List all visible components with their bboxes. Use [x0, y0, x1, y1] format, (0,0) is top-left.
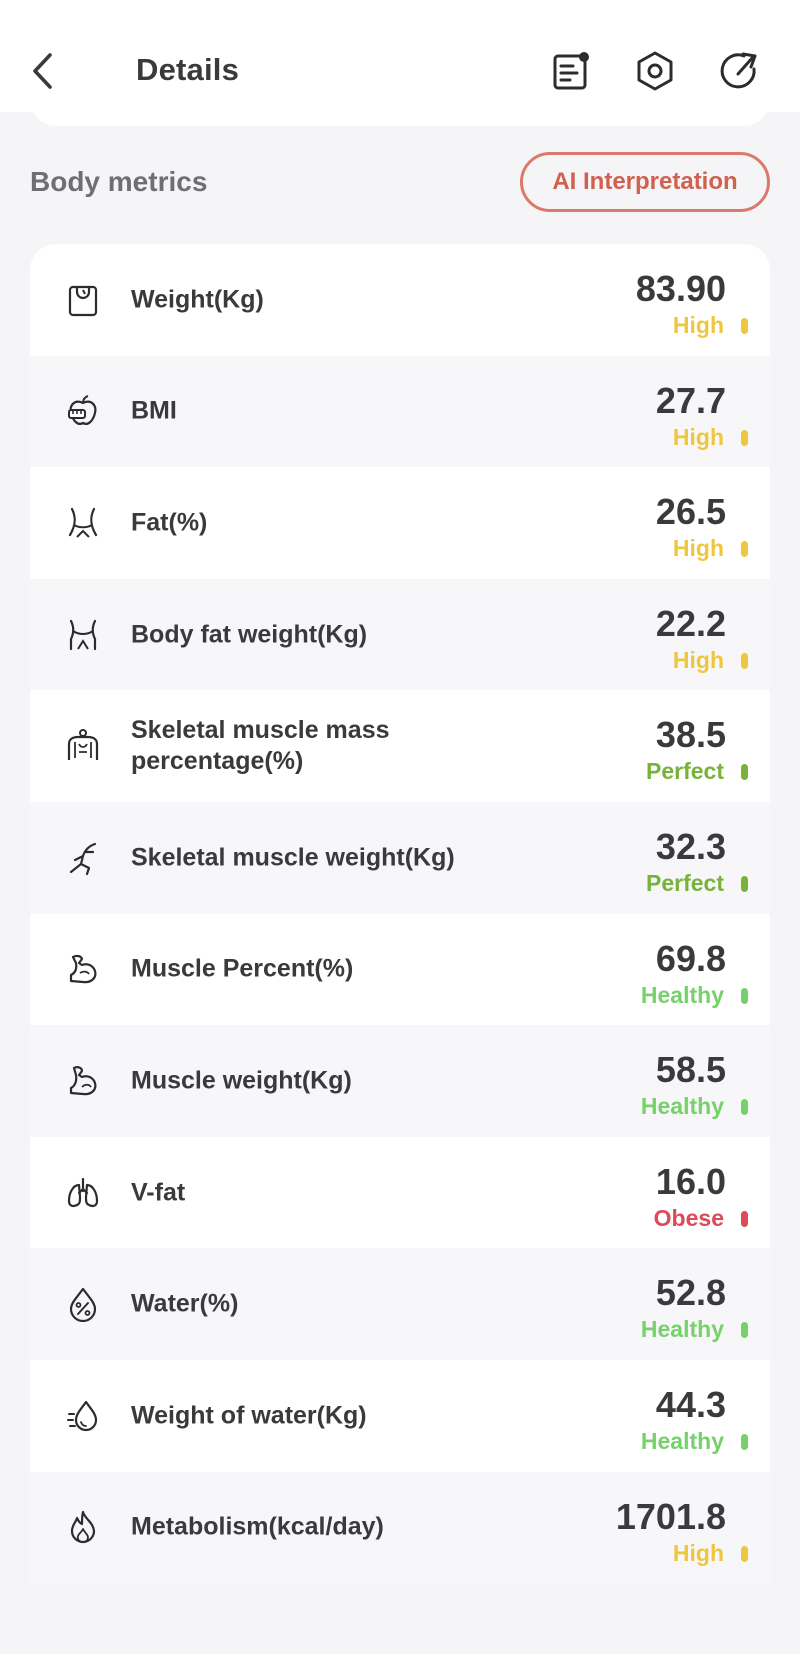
metric-value: 1701.8 [615, 1495, 726, 1537]
bicep-outline-icon [64, 1062, 102, 1100]
metric-value: 32.3 [655, 825, 726, 867]
metric-label: BMI [131, 396, 177, 425]
metric-label: Fat(%) [131, 508, 208, 537]
ai-interpretation-button[interactable]: AI Interpretation [520, 152, 770, 212]
metric-status: High [672, 312, 724, 338]
section-title: Body metrics [30, 166, 208, 197]
waist-icon [64, 504, 102, 542]
metric-status: High [672, 423, 724, 450]
metric-value: 58.5 [655, 1049, 726, 1091]
metric-row[interactable]: Muscle Percent(%) 69.8 Healthy [30, 913, 770, 1026]
chevron-left-icon [29, 51, 55, 91]
status-indicator [741, 652, 748, 669]
status-indicator [741, 318, 748, 334]
metric-status: High [672, 1539, 724, 1566]
metric-status: High [672, 646, 724, 673]
metric-row[interactable]: V-fat 16.0 Obese [30, 1136, 770, 1249]
water-percent-icon [64, 1285, 102, 1323]
scale-icon [64, 281, 102, 319]
metric-status: Healthy [640, 1316, 724, 1343]
hips-icon [64, 616, 102, 654]
share-arrow-icon [718, 50, 760, 92]
metric-status: Obese [653, 1204, 724, 1231]
metric-label: Weight(Kg) [131, 285, 264, 314]
page-title: Details [136, 52, 240, 87]
status-indicator [741, 1322, 748, 1339]
metric-status: High [672, 535, 724, 562]
back-button[interactable] [22, 48, 62, 94]
water-drop-icon [64, 1397, 102, 1435]
metric-status: Perfect [646, 758, 724, 785]
status-indicator [741, 541, 748, 558]
settings-button[interactable] [632, 48, 678, 94]
metric-label: Muscle Percent(%) [131, 954, 354, 983]
metric-value: 16.0 [655, 1160, 726, 1202]
metric-status: Healthy [640, 981, 724, 1008]
status-indicator [741, 764, 748, 781]
status-indicator [741, 987, 748, 1004]
metric-row[interactable]: Weight(Kg) 83.90 High [30, 244, 770, 356]
status-indicator [741, 875, 748, 892]
metric-label: Skeletal muscle mass percentage(%) [131, 716, 390, 776]
metric-label: Water(%) [131, 1289, 239, 1318]
section-header: Body metrics AI Interpretation [30, 148, 770, 218]
runner-icon [64, 839, 102, 877]
metric-value: 44.3 [655, 1383, 726, 1425]
header-curve [30, 100, 770, 126]
metric-label: V-fat [131, 1178, 186, 1207]
metric-row[interactable]: Skeletal muscle mass percentage(%) 38.5 Pe… [30, 690, 770, 802]
metric-value: 27.7 [655, 379, 726, 421]
hexagon-settings-icon [634, 50, 676, 92]
header: Details [0, 0, 800, 112]
metrics-list: Weight(Kg) 83.90 High BMI 27.7 High Fat(%) 26.5… [30, 244, 770, 1584]
share-button[interactable] [716, 48, 762, 94]
metric-value: 69.8 [655, 937, 726, 979]
status-indicator [741, 1433, 748, 1450]
metric-value: 26.5 [655, 491, 726, 533]
flame-icon [64, 1508, 102, 1546]
metric-row[interactable]: BMI 27.7 High [30, 355, 770, 468]
lungs-icon [64, 1174, 102, 1212]
metric-label: Muscle weight(Kg) [131, 1066, 352, 1095]
report-icon [550, 50, 592, 92]
status-indicator [741, 1545, 748, 1562]
metric-status: Perfect [646, 869, 724, 896]
metric-row[interactable]: Muscle weight(Kg) 58.5 Healthy [30, 1025, 770, 1137]
metric-row[interactable]: Body fat weight(Kg) 22.2 High [30, 578, 770, 691]
metric-value: 38.5 [655, 714, 726, 756]
status-indicator [741, 1210, 748, 1227]
status-indicator [741, 429, 748, 446]
report-button[interactable] [548, 48, 594, 94]
status-indicator [741, 1099, 748, 1116]
metric-value: 52.8 [655, 1272, 726, 1314]
metric-row[interactable]: Water(%) 52.8 Healthy [30, 1248, 770, 1360]
bicep-icon [64, 950, 102, 988]
metric-status: Healthy [640, 1093, 724, 1120]
metric-label: Weight of water(Kg) [131, 1401, 367, 1430]
metric-label: Body fat weight(Kg) [131, 620, 368, 649]
metric-label: Skeletal muscle weight(Kg) [131, 843, 455, 872]
metric-row[interactable]: Metabolism(kcal/day) 1701.8 High [30, 1471, 770, 1584]
torso-icon [64, 727, 102, 765]
metric-row[interactable]: Weight of water(Kg) 44.3 Healthy [30, 1359, 770, 1472]
metric-status: Healthy [640, 1427, 724, 1454]
apple-tape-icon [64, 392, 102, 430]
metric-label: Metabolism(kcal/day) [131, 1512, 384, 1541]
metric-row[interactable]: Fat(%) 26.5 High [30, 467, 770, 579]
metric-value: 22.2 [655, 602, 726, 644]
metric-value: 83.90 [635, 268, 726, 309]
metric-row[interactable]: Skeletal muscle weight(Kg) 32.3 Perfect [30, 801, 770, 914]
